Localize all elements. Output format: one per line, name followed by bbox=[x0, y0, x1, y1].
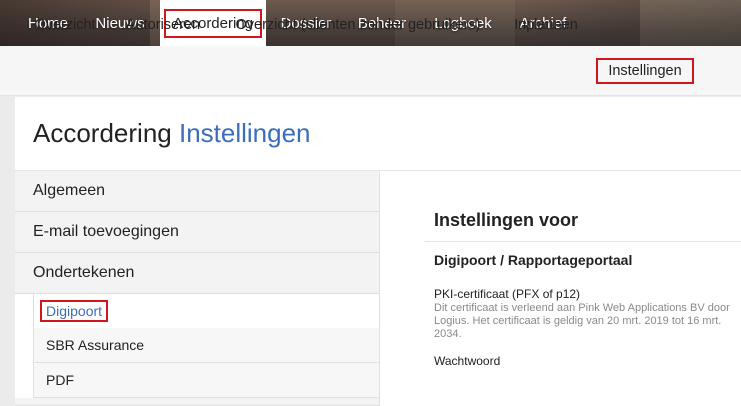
submenu-pdf[interactable]: PDF bbox=[33, 363, 380, 398]
menu-email-toevoegingen[interactable]: E-mail toevoegingen bbox=[15, 212, 380, 253]
page-title-main: Accordering bbox=[33, 118, 172, 148]
certificate-description: Dit certificaat is verleend aan Pink Web… bbox=[434, 302, 730, 340]
certificate-label: PKI-certificaat (PFX of p12) bbox=[434, 287, 581, 301]
submenu-digipoort-label: Digipoort bbox=[40, 300, 109, 322]
menu-next-item bbox=[15, 398, 380, 406]
subnav-instellingen[interactable]: Instellingen bbox=[596, 58, 694, 84]
submenu-digipoort[interactable]: Digipoort bbox=[33, 294, 380, 329]
subnav-overzicht[interactable]: Overzicht bbox=[28, 12, 102, 38]
menu-divider bbox=[379, 171, 380, 406]
background-photo-roof bbox=[640, 0, 741, 46]
subnav-inplannen[interactable]: Inplannen bbox=[506, 12, 586, 38]
settings-subheading: Digipoort / Rapportageportaal bbox=[434, 252, 633, 268]
subnav-overzicht-clienten[interactable]: Overzicht (clienten zonder gebruikers) bbox=[226, 12, 490, 38]
settings-heading-divider bbox=[425, 241, 741, 242]
menu-algemeen[interactable]: Algemeen bbox=[15, 171, 380, 212]
page-title: Accordering Instellingen bbox=[33, 118, 311, 149]
password-label: Wachtwoord bbox=[434, 354, 501, 368]
subnav-autoriseren[interactable]: Autoriseren bbox=[118, 12, 208, 38]
settings-heading: Instellingen voor bbox=[434, 210, 579, 230]
page-title-accent: Instellingen bbox=[178, 118, 311, 148]
submenu-sbr-assurance[interactable]: SBR Assurance bbox=[33, 328, 380, 363]
menu-ondertekenen[interactable]: Ondertekenen bbox=[15, 253, 380, 294]
